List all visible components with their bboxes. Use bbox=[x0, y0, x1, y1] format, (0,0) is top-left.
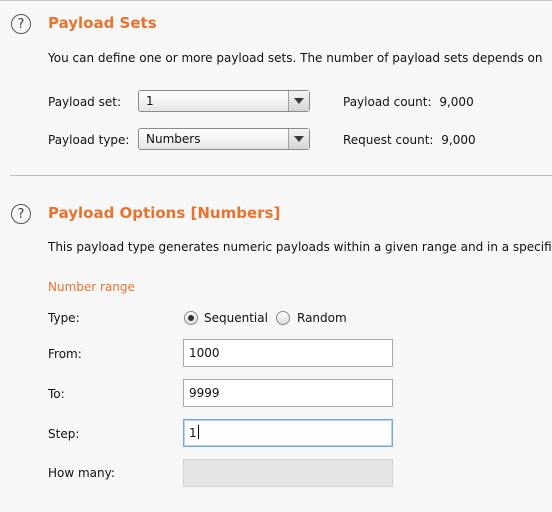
payload-type-select[interactable]: Numbers bbox=[138, 128, 310, 150]
sequential-label[interactable]: Sequential bbox=[204, 311, 268, 325]
payload-sets-title: Payload Sets bbox=[48, 14, 157, 32]
payload-count-value: 9,000 bbox=[439, 95, 474, 109]
sequential-radio[interactable] bbox=[184, 311, 198, 325]
to-label: To: bbox=[48, 387, 65, 401]
chevron-down-icon[interactable] bbox=[288, 91, 309, 111]
random-label[interactable]: Random bbox=[297, 311, 347, 325]
request-count-value: 9,000 bbox=[441, 133, 476, 147]
how-many-input bbox=[183, 459, 393, 487]
payload-count-label-text: Payload count: bbox=[343, 95, 432, 109]
from-label: From: bbox=[48, 347, 82, 361]
top-border bbox=[0, 0, 552, 1]
random-radio[interactable] bbox=[276, 311, 290, 325]
help-icon[interactable]: ? bbox=[11, 204, 31, 224]
step-value: 1 bbox=[189, 426, 197, 440]
radio-selected-icon bbox=[188, 315, 194, 321]
payload-type-value: Numbers bbox=[146, 132, 201, 146]
payload-options-title: Payload Options [Numbers] bbox=[48, 204, 281, 222]
how-many-label: How many: bbox=[48, 466, 115, 480]
from-input[interactable]: 1000 bbox=[183, 339, 393, 367]
request-count-label: Request count: 9,000 bbox=[343, 133, 476, 147]
step-input[interactable]: 1 bbox=[183, 419, 393, 447]
payload-type-label: Payload type: bbox=[48, 133, 130, 147]
section-divider bbox=[10, 175, 552, 176]
number-range-heading: Number range bbox=[48, 280, 135, 294]
step-label: Step: bbox=[48, 427, 80, 441]
payload-set-select[interactable]: 1 bbox=[138, 90, 310, 112]
text-caret bbox=[197, 425, 199, 439]
type-label: Type: bbox=[48, 311, 80, 325]
help-icon[interactable]: ? bbox=[11, 14, 31, 34]
to-input[interactable]: 9999 bbox=[183, 379, 393, 407]
payload-count-label: Payload count: 9,000 bbox=[343, 95, 474, 109]
payload-sets-description: You can define one or more payload sets.… bbox=[48, 51, 543, 65]
payload-set-label: Payload set: bbox=[48, 95, 121, 109]
payload-set-value: 1 bbox=[146, 94, 154, 108]
request-count-label-text: Request count: bbox=[343, 133, 434, 147]
chevron-down-icon[interactable] bbox=[288, 129, 309, 149]
payload-options-description: This payload type generates numeric payl… bbox=[48, 240, 552, 254]
